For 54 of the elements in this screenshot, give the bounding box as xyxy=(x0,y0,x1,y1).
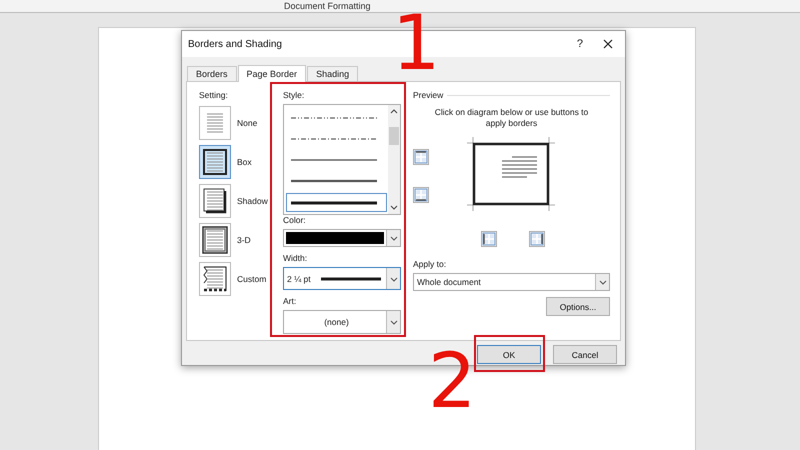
style-option[interactable] xyxy=(286,193,387,212)
border-toggle-button[interactable] xyxy=(413,149,429,165)
scrollbar[interactable] xyxy=(388,105,400,214)
color-dropdown[interactable] xyxy=(283,229,401,248)
style-list[interactable] xyxy=(283,104,401,216)
border-grid-icon xyxy=(530,232,544,246)
options-button[interactable]: Options... xyxy=(546,297,610,316)
width-dropdown[interactable]: 2 ¼ pt xyxy=(283,267,401,290)
border-toggle-button[interactable] xyxy=(529,231,545,247)
setting-option[interactable] xyxy=(199,144,231,178)
preview-label: Preview xyxy=(413,90,444,101)
apply-to-dropdown[interactable]: Whole document xyxy=(413,273,610,291)
setting-option[interactable] xyxy=(199,262,231,296)
window-title: Document Formatting xyxy=(284,0,371,12)
highlight-frame xyxy=(474,335,545,372)
art-dropdown[interactable]: (none) xyxy=(283,310,401,334)
step-number: 1 xyxy=(392,5,440,81)
scroll-down-icon xyxy=(389,204,399,212)
width-label: Width: xyxy=(283,253,308,264)
scroll-thumb[interactable] xyxy=(389,127,399,145)
setting-option[interactable] xyxy=(199,222,231,256)
color-label: Color: xyxy=(283,215,307,226)
art-label: Art: xyxy=(283,296,298,308)
cancel-button[interactable]: Cancel xyxy=(553,345,617,364)
border-grid-icon xyxy=(414,150,428,164)
page-border-icon xyxy=(200,224,230,256)
setting-label: Box xyxy=(237,156,252,166)
setting-option[interactable] xyxy=(199,184,231,218)
setting-label: Setting: xyxy=(199,90,229,101)
setting-label: 3-D xyxy=(237,234,251,244)
border-toggle-button[interactable] xyxy=(413,187,429,203)
apply-to-value: Whole document xyxy=(417,277,481,287)
border-toggle-button[interactable] xyxy=(481,231,497,247)
apply-to-label: Apply to: xyxy=(413,259,448,270)
tab[interactable]: Shading xyxy=(307,66,358,81)
step-number: 2 xyxy=(428,343,476,419)
tab[interactable]: Borders xyxy=(187,66,237,81)
setting-label: None xyxy=(237,118,258,128)
ok-button[interactable]: OK xyxy=(477,345,541,364)
width-value: 2 ¼ pt xyxy=(287,274,311,284)
page-preview-drawing[interactable] xyxy=(465,137,557,211)
setting-label: Custom xyxy=(237,274,266,284)
art-value: (none) xyxy=(324,317,349,328)
dialog-title: Borders and Shading xyxy=(188,38,282,50)
help-button[interactable]: ? xyxy=(572,36,587,52)
preview-hint: Click on diagram below or use buttons to apply borders xyxy=(434,107,590,129)
close-icon xyxy=(603,39,613,49)
style-label: Style: xyxy=(283,90,306,101)
scroll-up-icon xyxy=(389,107,399,115)
border-grid-icon xyxy=(414,188,428,202)
tab[interactable]: Page Border xyxy=(238,65,306,82)
setting-label: Shadow xyxy=(237,196,268,206)
border-grid-icon xyxy=(482,232,496,246)
line-sample-icon xyxy=(320,276,381,282)
